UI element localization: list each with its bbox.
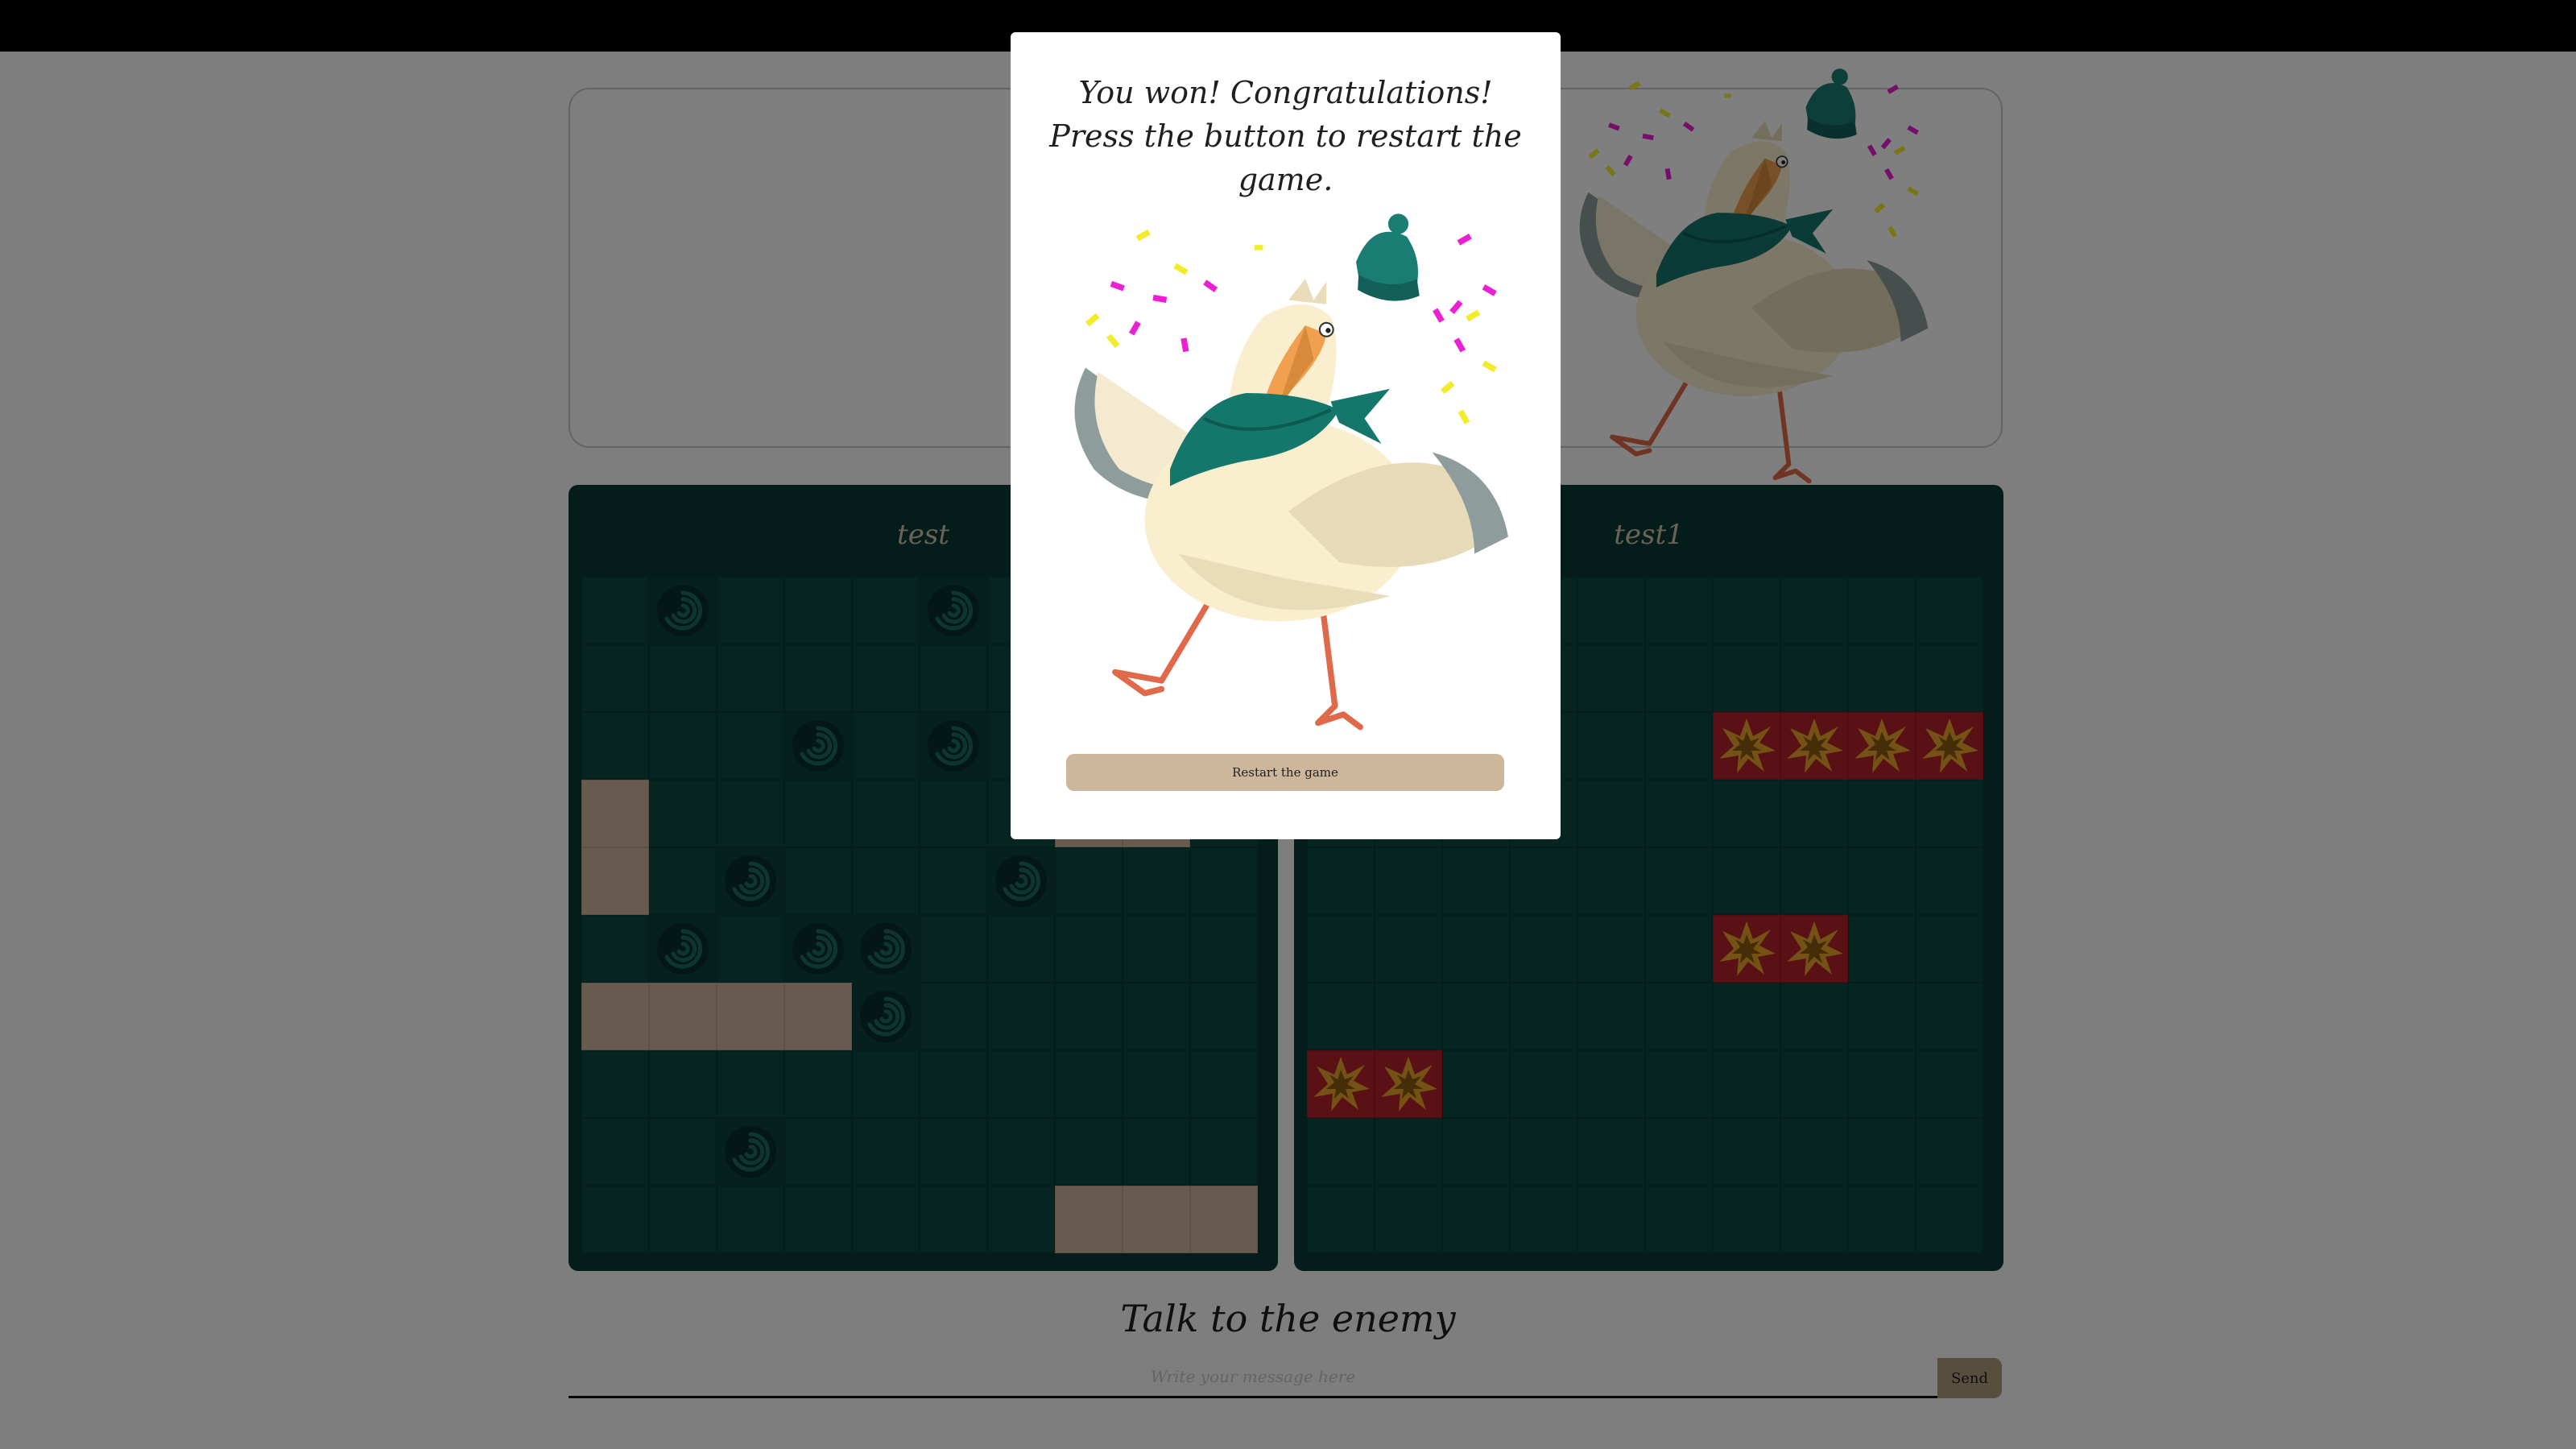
victory-modal: You won! Congratulations! Press the butt… xyxy=(1011,32,1561,839)
celebrating-pelican-icon xyxy=(1035,165,1542,773)
restart-button[interactable]: Restart the game xyxy=(1066,754,1504,791)
